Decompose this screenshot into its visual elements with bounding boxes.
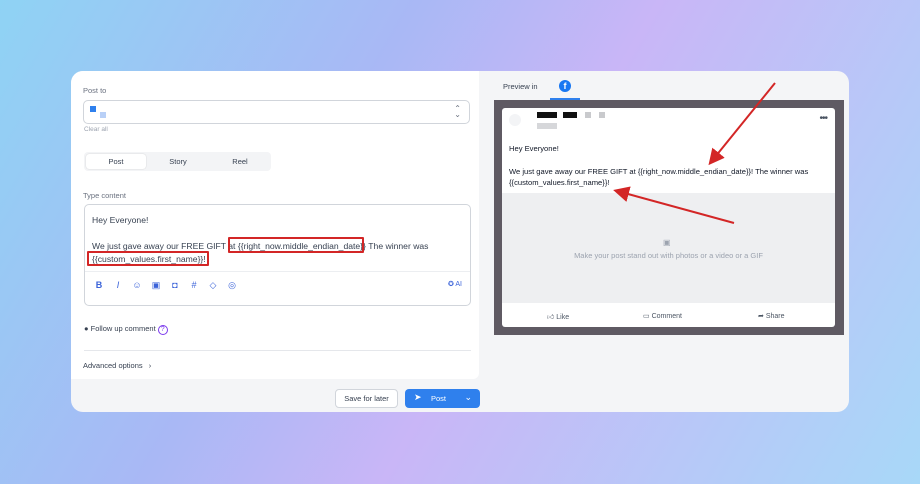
content-line1-suffix: The winner was [368,241,429,251]
video-icon[interactable]: ◘ [169,280,181,290]
ai-label: AI [455,281,462,288]
redacted-meta-block [537,123,557,129]
share-label: Share [765,313,785,320]
thumbs-up-icon: 👍︎ [547,314,555,321]
facebook-post-card: ••• Hey Everyone! We just gave away our … [502,108,835,327]
divider [84,350,471,351]
ai-assist-button[interactable]: ✪ AI [448,280,462,288]
tab-reel[interactable]: Reel [210,154,270,169]
content-editor[interactable]: Hey Everyone! We just gave away our FREE… [84,204,471,306]
bold-icon[interactable]: B [93,280,105,290]
preview-line-1: We just gave away our FREE GIFT at {{rig… [509,167,809,176]
help-icon[interactable]: ? [157,325,168,335]
mention-icon[interactable]: ◎ [226,280,238,291]
advanced-options-toggle[interactable]: Advanced options › [83,361,151,370]
like-button[interactable]: 👍︎ Like [547,312,569,321]
comment-label: Comment [651,313,682,320]
emoji-icon[interactable]: ☺ [131,280,143,290]
tab-facebook[interactable]: f [550,73,580,100]
media-placeholder[interactable]: ▣ Make your post stand out with photos o… [502,193,835,303]
send-icon: ➤ [414,392,422,402]
image-icon: ▣ [663,238,671,247]
content-greeting: Hey Everyone! [92,215,149,225]
save-for-later-button[interactable]: Save for later [335,389,398,408]
redacted-name-block [537,112,557,118]
post-actions-bar: 👍︎ Like ▭ Comment ➦ Share [502,307,835,327]
account-avatar-icon [90,106,96,112]
hashtag-icon[interactable]: # [188,280,200,290]
clear-all-link[interactable]: Clear all [84,126,108,133]
comment-bubble-icon: ● [84,324,89,333]
facebook-icon: f [559,80,571,92]
preview-greeting: Hey Everyone! [509,144,559,153]
media-hint: Make your post stand out with photos or … [574,251,763,260]
account-avatar-icon [100,112,106,118]
chevron-right-icon: › [148,361,152,370]
select-chevron-icon: ⌃ ⌄ [454,104,461,119]
redacted-name-block [563,112,577,118]
advanced-options-label: Advanced options [83,361,143,370]
share-button[interactable]: ➦ Share [758,312,785,320]
highlight-box-date [228,237,364,253]
comment-button[interactable]: ▭ Comment [643,312,682,320]
post-form-panel: Post to ⌃ ⌄ Clear all Post Story Reel Typ… [71,71,479,379]
tab-post[interactable]: Post [86,154,146,169]
highlight-box-name [87,251,209,266]
profile-avatar [509,114,521,126]
redacted-name-block [599,112,605,118]
facebook-preview-area: ••• Hey Everyone! We just gave away our … [494,100,844,335]
preview-header: Preview in f [494,71,845,100]
italic-icon[interactable]: I [112,280,124,290]
tag-icon[interactable]: ◇ [207,280,219,291]
like-label: Like [556,314,570,321]
preview-line-2: {{custom_values.first_name}}! [509,178,610,187]
post-to-label: Post to [83,86,107,95]
post-type-tabs: Post Story Reel [84,152,271,171]
comment-icon: ▭ [643,313,650,320]
ai-icon: ✪ [447,281,454,288]
image-icon[interactable]: ▣ [150,280,162,291]
follow-up-label: Follow up comment [90,324,156,333]
post-button-label: Post [431,394,447,403]
redacted-name-block [585,112,591,118]
content-line1-prefix: We just gave away our FREE GIFT at [92,241,236,251]
more-options-icon[interactable]: ••• [819,113,827,124]
type-content-label: Type content [83,191,126,200]
post-composer-card: Post to ⌃ ⌄ Clear all Post Story Reel Typ… [71,71,849,412]
follow-up-comment[interactable]: ● Follow up comment ? [84,324,168,335]
post-options-chevron-icon[interactable]: ⌄ [464,392,472,403]
post-to-select[interactable]: ⌃ ⌄ [83,100,470,124]
preview-label: Preview in [503,82,538,91]
post-button[interactable]: ➤ Post ⌄ [405,389,480,408]
tab-story[interactable]: Story [148,154,208,169]
editor-toolbar: B I ☺ ▣ ◘ # ◇ ◎ ✪ AI [85,271,470,305]
share-icon: ➦ [758,313,764,320]
